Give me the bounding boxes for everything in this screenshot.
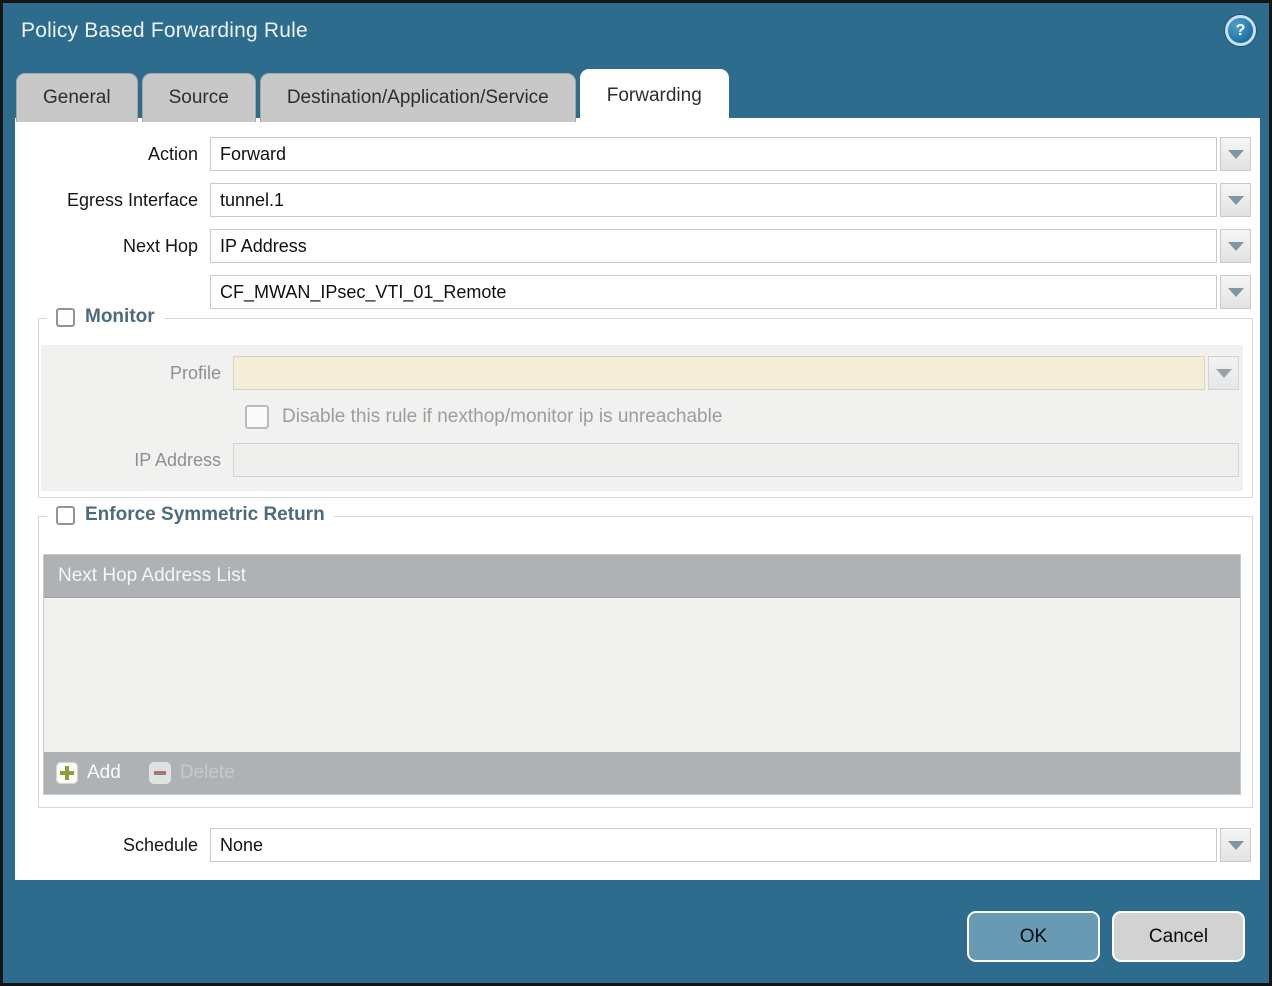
delete-button-label: Delete xyxy=(180,762,235,784)
action-dropdown-button[interactable] xyxy=(1220,137,1251,171)
schedule-row: Schedule None xyxy=(15,828,1251,862)
enforce-symmetric-return-checkbox[interactable] xyxy=(56,506,75,525)
disable-rule-checkbox[interactable] xyxy=(245,405,269,429)
monitor-legend-label: Monitor xyxy=(85,306,155,328)
next-hop-address-list-table: Next Hop Address List Add Delete xyxy=(43,554,1241,795)
profile-row: Profile xyxy=(41,356,1239,390)
help-icon[interactable]: ? xyxy=(1225,15,1256,46)
egress-interface-dropdown[interactable]: tunnel.1 xyxy=(210,183,1251,217)
minus-icon xyxy=(149,762,171,784)
enforce-symmetric-return-legend-label: Enforce Symmetric Return xyxy=(85,504,325,526)
next-hop-address-value[interactable]: CF_MWAN_IPsec_VTI_01_Remote xyxy=(210,275,1217,309)
next-hop-address-dropdown-button[interactable] xyxy=(1220,275,1251,309)
egress-interface-value[interactable]: tunnel.1 xyxy=(210,183,1217,217)
chevron-down-icon xyxy=(1228,841,1244,850)
enforce-symmetric-return-legend: Enforce Symmetric Return xyxy=(47,504,334,526)
chevron-down-icon xyxy=(1228,288,1244,297)
disable-rule-row: Disable this rule if nexthop/monitor ip … xyxy=(245,404,1243,430)
dialog-title: Policy Based Forwarding Rule xyxy=(21,19,308,43)
pbf-rule-dialog: Policy Based Forwarding Rule ? General S… xyxy=(0,0,1272,986)
action-label: Action xyxy=(15,144,210,165)
next-hop-address-list-toolbar: Add Delete xyxy=(44,752,1240,794)
next-hop-address-dropdown[interactable]: CF_MWAN_IPsec_VTI_01_Remote xyxy=(210,275,1251,309)
forwarding-tab-panel: Action Forward Egress Interface tunnel.1… xyxy=(15,118,1260,880)
next-hop-address-list-body xyxy=(44,598,1240,752)
next-hop-address-list-header: Next Hop Address List xyxy=(44,555,1240,598)
next-hop-type-value[interactable]: IP Address xyxy=(210,229,1217,263)
next-hop-type-dropdown-button[interactable] xyxy=(1220,229,1251,263)
tab-bar: General Source Destination/Application/S… xyxy=(16,69,729,122)
enforce-symmetric-return-section: Enforce Symmetric Return Next Hop Addres… xyxy=(38,516,1253,808)
chevron-down-icon xyxy=(1228,150,1244,159)
profile-label: Profile xyxy=(41,363,233,384)
tab-destination-application-service[interactable]: Destination/Application/Service xyxy=(260,73,576,122)
schedule-dropdown-button[interactable] xyxy=(1220,828,1251,862)
monitor-section: Monitor Profile Disable this rule if nex… xyxy=(38,318,1253,498)
add-button[interactable]: Add xyxy=(56,762,121,784)
egress-interface-row: Egress Interface tunnel.1 xyxy=(15,183,1251,217)
add-button-label: Add xyxy=(87,762,121,784)
monitor-checkbox[interactable] xyxy=(56,308,75,327)
monitor-ip-address-label: IP Address xyxy=(41,450,233,471)
tab-source[interactable]: Source xyxy=(142,73,256,122)
profile-field[interactable] xyxy=(233,356,1205,390)
chevron-down-icon xyxy=(1228,196,1244,205)
help-glyph: ? xyxy=(1236,22,1246,40)
monitor-legend: Monitor xyxy=(47,306,164,328)
forwarding-form: Action Forward Egress Interface tunnel.1… xyxy=(15,137,1251,309)
cancel-button[interactable]: Cancel xyxy=(1112,911,1245,962)
profile-dropdown-button[interactable] xyxy=(1208,356,1239,390)
schedule-value[interactable]: None xyxy=(210,828,1217,862)
schedule-label: Schedule xyxy=(15,835,210,856)
tab-general[interactable]: General xyxy=(16,73,138,122)
ok-button[interactable]: OK xyxy=(967,911,1100,962)
disable-rule-label: Disable this rule if nexthop/monitor ip … xyxy=(282,406,722,428)
plus-icon xyxy=(56,762,78,784)
next-hop-type-dropdown[interactable]: IP Address xyxy=(210,229,1251,263)
action-value[interactable]: Forward xyxy=(210,137,1217,171)
egress-interface-label: Egress Interface xyxy=(15,190,210,211)
monitor-ip-address-field[interactable] xyxy=(233,443,1239,477)
action-dropdown[interactable]: Forward xyxy=(210,137,1251,171)
next-hop-row: Next Hop IP Address xyxy=(15,229,1251,263)
tab-forwarding[interactable]: Forwarding xyxy=(580,69,729,122)
chevron-down-icon xyxy=(1216,369,1232,378)
delete-button[interactable]: Delete xyxy=(149,762,235,784)
chevron-down-icon xyxy=(1228,242,1244,251)
monitor-body: Profile Disable this rule if nexthop/mon… xyxy=(41,345,1243,491)
monitor-ip-address-row: IP Address xyxy=(41,443,1239,477)
action-row: Action Forward xyxy=(15,137,1251,171)
next-hop-label: Next Hop xyxy=(15,236,210,257)
schedule-dropdown[interactable]: None xyxy=(210,828,1251,862)
next-hop-address-row: CF_MWAN_IPsec_VTI_01_Remote xyxy=(15,275,1251,309)
egress-interface-dropdown-button[interactable] xyxy=(1220,183,1251,217)
